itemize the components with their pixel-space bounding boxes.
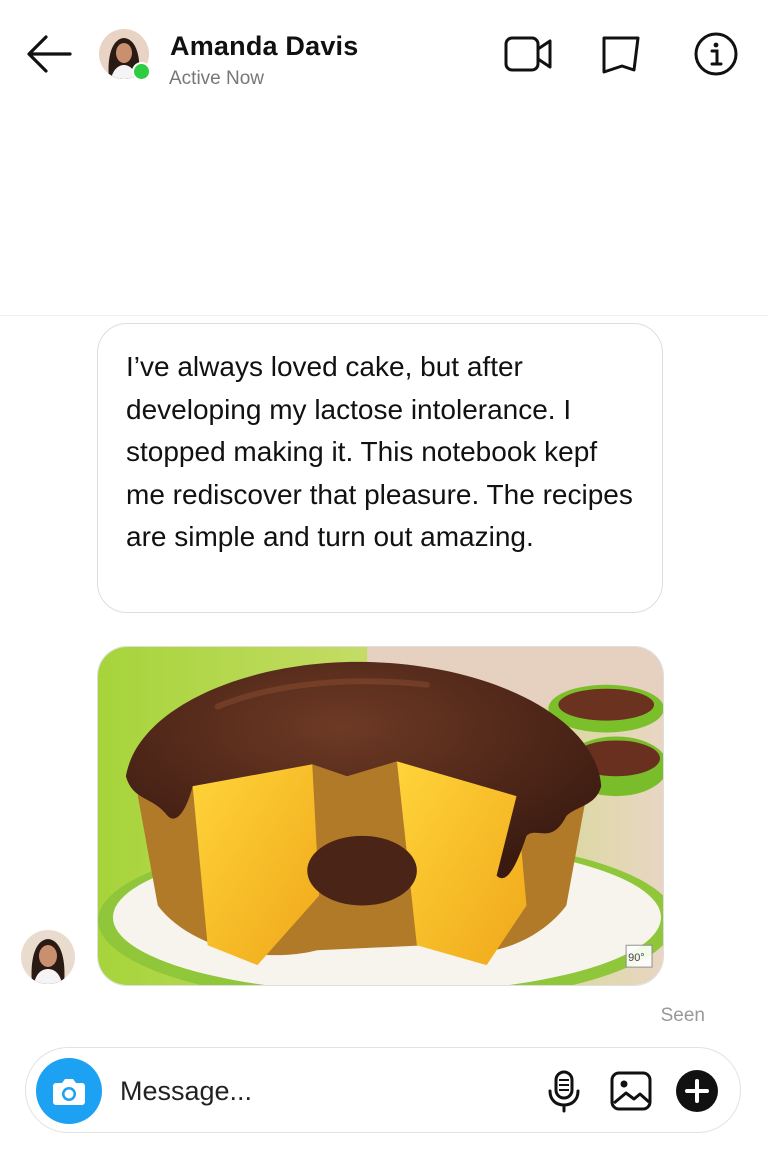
chat-header: Amanda Davis Active Now <box>0 0 768 110</box>
received-image-message[interactable]: 90° <box>97 646 664 986</box>
active-status: Active Now <box>169 68 265 89</box>
chocolate-cake-photo: 90° <box>98 647 663 985</box>
video-call-icon[interactable] <box>504 32 552 76</box>
microphone-icon[interactable] <box>542 1069 586 1113</box>
gallery-icon[interactable] <box>609 1069 653 1113</box>
sender-avatar[interactable] <box>21 930 75 984</box>
info-icon[interactable] <box>692 32 740 76</box>
image-watermark: 90° <box>628 952 645 964</box>
message-input[interactable] <box>118 1068 522 1114</box>
message-composer <box>25 1047 741 1133</box>
back-arrow-icon[interactable] <box>26 34 72 74</box>
header-divider <box>0 315 768 316</box>
plus-icon[interactable] <box>675 1069 719 1113</box>
bookmark-icon[interactable] <box>598 32 646 76</box>
online-status-dot <box>132 62 151 81</box>
received-text-message[interactable]: I’ve always loved cake, but after develo… <box>97 323 663 613</box>
camera-icon[interactable] <box>36 1058 102 1124</box>
seen-receipt: Seen <box>660 1005 705 1026</box>
contact-name[interactable]: Amanda Davis <box>170 31 358 62</box>
contact-avatar[interactable] <box>99 29 151 81</box>
